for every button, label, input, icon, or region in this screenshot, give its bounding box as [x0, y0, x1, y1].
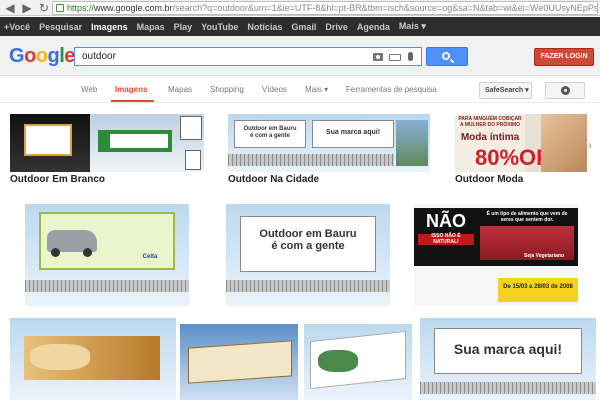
tab-imagens[interactable]: Imagens — [115, 85, 147, 94]
login-button[interactable]: FAZER LOGIN — [534, 48, 594, 66]
fence — [420, 382, 596, 394]
billboard-text: Sua marca aqui! — [325, 129, 381, 136]
gbar-item-gmail[interactable]: Gmail — [291, 22, 316, 32]
settings-button[interactable] — [545, 82, 585, 99]
category-thumb-cidade[interactable]: Outdoor em Bauru é com a gente Sua marca… — [228, 114, 430, 172]
google-bar: +Você Pesquisar Imagens Mapas Play YouTu… — [0, 17, 600, 36]
gbar-item-youtube[interactable]: YouTube — [201, 22, 238, 32]
tab-mapas[interactable]: Mapas — [168, 85, 192, 94]
billboard-text: Sua marca aqui! — [453, 341, 563, 357]
fence — [228, 154, 394, 166]
search-icon — [442, 52, 450, 60]
search-tabs: Web Imagens Mapas Shopping Vídeos Mais ▾… — [0, 77, 600, 103]
tab-web[interactable]: Web — [81, 85, 97, 94]
billboard-text: Outdoor em Bauru é com a gente — [243, 126, 297, 139]
gbar-item-noticias[interactable]: Notícias — [247, 22, 282, 32]
url-host: www.google.com.br — [94, 3, 173, 13]
image-results: Outdoor Em Branco Outdoor em Bauru é com… — [0, 104, 600, 400]
logo-letter: g — [47, 45, 60, 67]
reload-icon[interactable]: ↻ — [37, 1, 51, 15]
result-thumb-car[interactable]: Celta — [25, 204, 189, 306]
result-thumb-marca[interactable]: Sua marca aqui! — [420, 318, 596, 400]
category-thumb-moda[interactable]: PARA NINGUÉM COBIÇAR A MULHER DO PRÓXIMO… — [455, 114, 587, 172]
gbar-item-drive[interactable]: Drive — [325, 22, 348, 32]
nao-subline: ISSO NÃO É NATURAL! — [418, 233, 474, 245]
gbar-item-mapas[interactable]: Mapas — [137, 22, 165, 32]
browser-toolbar: ◀ ▶ ↻ https://www.google.com.br/search?q… — [0, 0, 600, 16]
tab-videos[interactable]: Vídeos — [262, 85, 287, 94]
microphone-icon[interactable] — [408, 52, 413, 61]
search-header: Google outdoor FAZER LOGIN — [0, 36, 600, 76]
gear-icon — [561, 86, 570, 95]
camera-icon[interactable] — [373, 53, 383, 61]
search-query: outdoor — [82, 51, 116, 62]
lock-icon — [56, 4, 64, 12]
result-thumb-nao[interactable]: NÃO ISSO NÃO É NATURAL! É um tipo de ali… — [414, 204, 578, 306]
google-logo[interactable]: Google — [9, 45, 75, 68]
search-input[interactable]: outdoor — [74, 47, 422, 66]
logo-letter: o — [35, 45, 48, 67]
url-path: /search?q=outdoor&um=1&ie=UTF-8&hl=pt-BR… — [172, 3, 598, 13]
gbar-item-pesquisar[interactable]: Pesquisar — [39, 22, 82, 32]
url-scheme: https:// — [67, 3, 95, 13]
gbar-item-play[interactable]: Play — [174, 22, 193, 32]
nao-headline: NÃO — [426, 211, 466, 231]
chevron-right-icon[interactable]: › — [588, 138, 592, 152]
moda-title: Moda íntima — [460, 132, 520, 143]
nao-dates: De 15/03 a 28/03 de 2008 — [503, 284, 573, 290]
car-brand: Celta — [142, 254, 158, 260]
moda-tagline: PARA NINGUÉM COBIÇAR A MULHER DO PRÓXIMO — [458, 116, 522, 128]
blank-billboard — [24, 124, 72, 156]
gbar-item-mais[interactable]: Mais ▾ — [399, 21, 426, 32]
billboard-text: Outdoor em Bauru é com a gente — [259, 228, 357, 253]
nao-right-text: É um tipo de alimento que vem de seres q… — [486, 211, 568, 223]
category-label-moda[interactable]: Outdoor Moda — [455, 174, 523, 185]
search-button[interactable] — [426, 47, 468, 66]
category-thumb-branco[interactable] — [10, 114, 204, 172]
result-thumb-bauru[interactable]: Outdoor em Bauru é com a gente — [226, 204, 390, 306]
fence — [25, 280, 189, 292]
result-thumb-acucar[interactable] — [180, 324, 298, 400]
tab-mais[interactable]: Mais ▾ — [305, 85, 328, 94]
nao-footer: Seja Vegetariano — [523, 253, 565, 259]
back-icon[interactable]: ◀ — [3, 1, 17, 15]
tab-shopping[interactable]: Shopping — [210, 85, 244, 94]
safesearch-dropdown[interactable]: SafeSearch ▾ — [479, 82, 532, 99]
gbar-item-agenda[interactable]: Agenda — [357, 22, 390, 32]
logo-letter: G — [9, 45, 25, 67]
tab-ferramentas[interactable]: Ferramentas de pesquisa — [346, 85, 437, 94]
logo-letter: o — [24, 45, 36, 67]
result-thumb-sports[interactable] — [304, 324, 412, 400]
gbar-item-voce[interactable]: +Você — [4, 22, 30, 32]
result-thumb-bread[interactable] — [10, 318, 176, 400]
fence — [226, 280, 390, 292]
address-bar[interactable]: https://www.google.com.br/search?q=outdo… — [52, 1, 598, 15]
gbar-item-imagens[interactable]: Imagens — [91, 22, 128, 32]
active-tab-indicator — [111, 100, 154, 102]
category-label-branco[interactable]: Outdoor Em Branco — [10, 174, 105, 185]
keyboard-icon[interactable] — [389, 54, 401, 61]
forward-icon[interactable]: ▶ — [20, 1, 34, 15]
category-label-cidade[interactable]: Outdoor Na Cidade — [228, 174, 319, 185]
